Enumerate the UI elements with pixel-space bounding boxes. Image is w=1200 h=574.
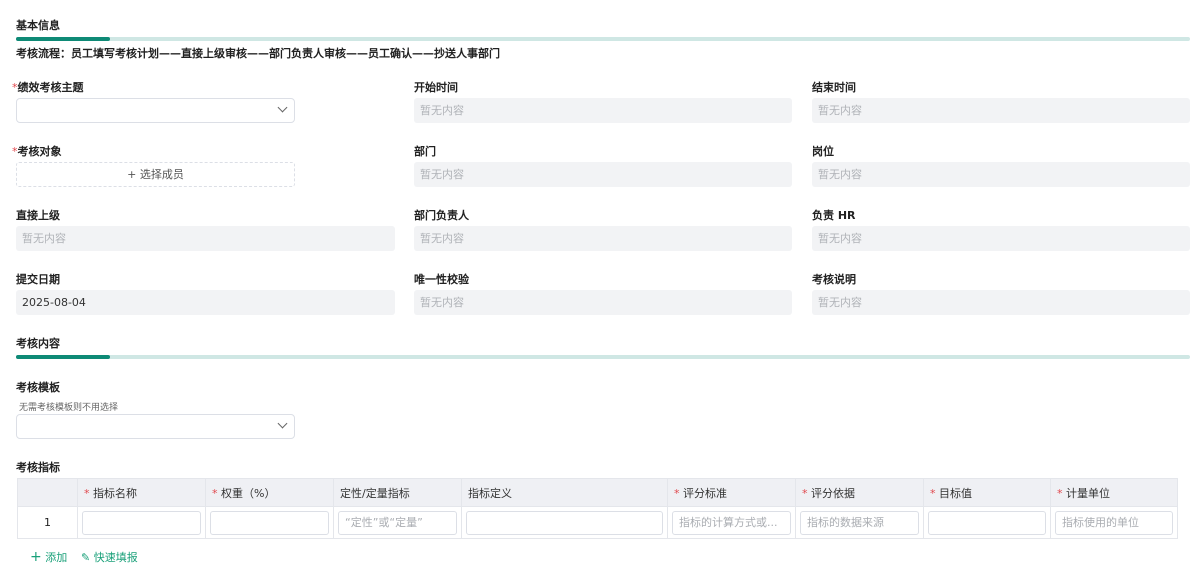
column-header: * 评分依据 <box>795 478 924 507</box>
field-label: *绩效考核主题 <box>12 81 84 94</box>
unit-input[interactable]: 指标使用的单位 <box>1055 510 1173 535</box>
cell-input[interactable] <box>211 511 328 534</box>
theme-select[interactable] <box>16 98 295 123</box>
readonly-field: 暂无内容 <box>812 290 1190 315</box>
row-index: 1 <box>17 506 78 539</box>
column-header: * 评分标准 <box>667 478 796 507</box>
cell-input[interactable] <box>673 511 790 534</box>
cell-input[interactable] <box>801 511 918 534</box>
readonly-field: 暂无内容 <box>414 162 792 187</box>
field-label: 部门 <box>414 145 436 158</box>
column-header: * 指标名称 <box>77 478 206 507</box>
field-label: 唯一性校验 <box>414 273 469 286</box>
field-label: 开始时间 <box>414 81 458 94</box>
scoring-standard-input[interactable]: 指标的计算方式或... <box>672 510 791 535</box>
readonly-field: 暂无内容 <box>414 290 792 315</box>
plus-icon: + <box>30 549 42 565</box>
template-label: 考核模板 <box>16 381 60 394</box>
cell-input[interactable] <box>467 511 662 534</box>
field-label: *考核对象 <box>12 145 62 158</box>
chevron-down-icon <box>277 102 288 113</box>
chevron-down-icon <box>277 418 288 429</box>
target-value-input[interactable] <box>928 510 1046 535</box>
column-header: * 权重（%） <box>205 478 334 507</box>
column-header: * 目标值 <box>923 478 1051 507</box>
add-button[interactable]: + 添加 <box>30 549 67 565</box>
field-label: 提交日期 <box>16 273 60 286</box>
readonly-field: 暂无内容 <box>16 226 395 251</box>
indicator-table: * 指标名称 * 权重（%） 定性/定量指标 指标定义 * 评分标准 * 评分依据 * 目标… <box>17 478 1178 539</box>
readonly-field: 暂无内容 <box>812 98 1190 123</box>
readonly-field: 暂无内容 <box>414 98 792 123</box>
table-row: 1 “定性”或“定量” 指标的计算方式或... 指标的数据来源 指标使用的单位 <box>17 506 1178 539</box>
field-label: 负责 HR <box>812 209 856 222</box>
template-select[interactable] <box>16 414 295 439</box>
flow-description: 考核流程：员工填写考核计划——直接上级审核——部门负责人审核——员工确认——抄送… <box>16 47 500 60</box>
select-member-button[interactable]: + 选择成员 <box>16 162 295 187</box>
section-divider <box>16 37 1190 41</box>
readonly-field: 暂无内容 <box>414 226 792 251</box>
edit-form-icon: ✎ <box>81 551 91 564</box>
section-title-content: 考核内容 <box>16 337 60 350</box>
readonly-field: 2025-08-04 <box>16 290 395 315</box>
qualitative-quantitative-input[interactable]: “定性”或“定量” <box>338 510 457 535</box>
field-label: 部门负责人 <box>414 209 469 222</box>
field-label: 考核说明 <box>812 273 856 286</box>
indicator-definition-input[interactable] <box>466 510 663 535</box>
cell-input[interactable] <box>1056 511 1172 534</box>
scoring-basis-input[interactable]: 指标的数据来源 <box>800 510 919 535</box>
field-label: 直接上级 <box>16 209 60 222</box>
column-header: * 计量单位 <box>1050 478 1178 507</box>
column-header <box>17 478 78 507</box>
column-header: 定性/定量指标 <box>333 478 462 507</box>
cell-input[interactable] <box>929 511 1045 534</box>
cell-input[interactable] <box>339 511 456 534</box>
column-header: 指标定义 <box>461 478 668 507</box>
section-divider <box>16 355 1190 359</box>
readonly-field: 暂无内容 <box>812 226 1190 251</box>
indicator-name-input[interactable] <box>82 510 201 535</box>
field-label: 结束时间 <box>812 81 856 94</box>
cell-input[interactable] <box>83 511 200 534</box>
quick-fill-button[interactable]: ✎ 快速填报 <box>81 549 138 565</box>
section-title-basic: 基本信息 <box>16 19 60 32</box>
readonly-field: 暂无内容 <box>812 162 1190 187</box>
weight-input[interactable] <box>210 510 329 535</box>
indicator-label: 考核指标 <box>16 461 60 474</box>
field-label: 岗位 <box>812 145 834 158</box>
template-hint: 无需考核模板则不用选择 <box>19 403 119 413</box>
